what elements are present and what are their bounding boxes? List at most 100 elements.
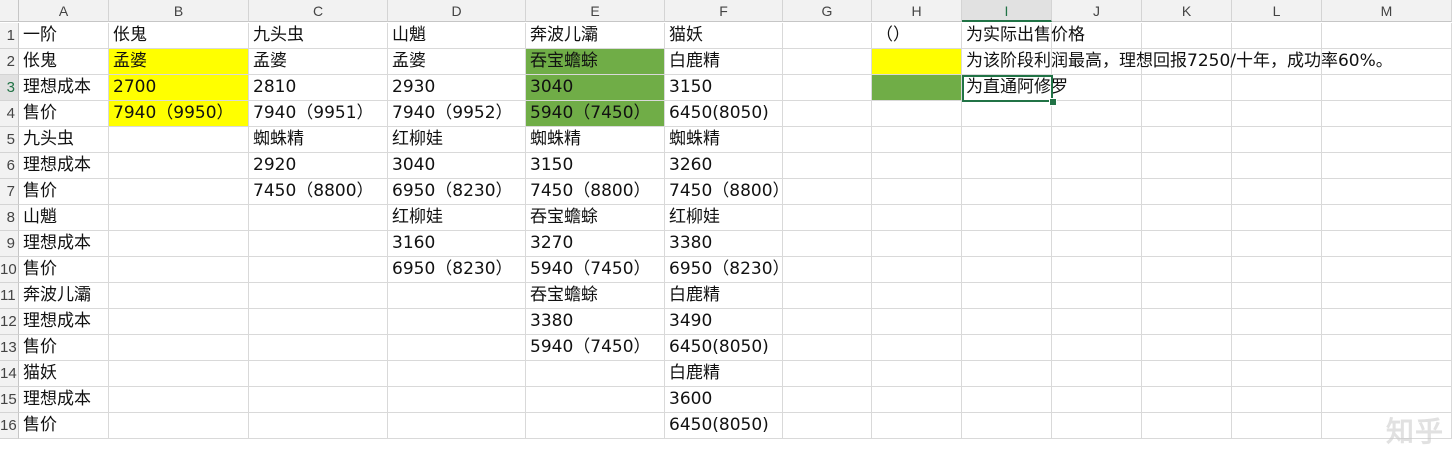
cell-l8[interactable] [1232,205,1322,231]
cell-f6[interactable]: 3260 [665,153,783,179]
cell-g4[interactable] [783,101,872,127]
row-header-15[interactable]: 15 [0,387,19,413]
cell-g15[interactable] [783,387,872,413]
cell-e1[interactable]: 奔波儿灞 [526,23,665,49]
cell-l1[interactable] [1232,23,1322,49]
cell-b7[interactable] [109,179,249,205]
cell-f11[interactable]: 白鹿精 [665,283,783,309]
cell-c4[interactable]: 7940（9951） [249,101,388,127]
cell-a3[interactable]: 理想成本 [19,75,109,101]
cell-i3[interactable]: 为直通阿修罗 [962,75,1068,101]
cell-h16[interactable] [872,413,962,439]
cell-b14[interactable] [109,361,249,387]
cell-l13[interactable] [1232,335,1322,361]
row-header-1[interactable]: 1 [0,23,19,49]
cell-d1[interactable]: 山魈 [388,23,526,49]
cell-d3[interactable]: 2930 [388,75,526,101]
cell-a5[interactable]: 九头虫 [19,127,109,153]
cell-m8[interactable] [1322,205,1452,231]
column-header-f[interactable]: F [665,0,783,22]
cell-k8[interactable] [1142,205,1232,231]
cell-k15[interactable] [1142,387,1232,413]
cell-g11[interactable] [783,283,872,309]
cell-c16[interactable] [249,413,388,439]
cell-a7[interactable]: 售价 [19,179,109,205]
cell-i15[interactable] [962,387,1052,413]
cell-h1[interactable]: （） [872,23,962,49]
cell-k12[interactable] [1142,309,1232,335]
cell-b2[interactable]: 孟婆 [109,49,249,75]
cell-l16[interactable] [1232,413,1322,439]
cell-g6[interactable] [783,153,872,179]
cell-h11[interactable] [872,283,962,309]
cell-h5[interactable] [872,127,962,153]
cell-b12[interactable] [109,309,249,335]
cell-i9[interactable] [962,231,1052,257]
cell-a2[interactable]: 伥鬼 [19,49,109,75]
cell-b9[interactable] [109,231,249,257]
cell-i12[interactable] [962,309,1052,335]
cell-b4[interactable]: 7940（9950） [109,101,249,127]
cell-e7[interactable]: 7450（8800） [526,179,665,205]
cell-k4[interactable] [1142,101,1232,127]
cell-k3[interactable] [1142,75,1232,101]
cell-i16[interactable] [962,413,1052,439]
cell-i6[interactable] [962,153,1052,179]
cell-e12[interactable]: 3380 [526,309,665,335]
cell-m3[interactable] [1322,75,1452,101]
cell-h7[interactable] [872,179,962,205]
cell-b15[interactable] [109,387,249,413]
cell-j6[interactable] [1052,153,1142,179]
cell-b11[interactable] [109,283,249,309]
cell-e6[interactable]: 3150 [526,153,665,179]
cell-d11[interactable] [388,283,526,309]
cell-j9[interactable] [1052,231,1142,257]
cell-a1[interactable]: 一阶 [19,23,109,49]
cell-g9[interactable] [783,231,872,257]
cell-g14[interactable] [783,361,872,387]
cell-i11[interactable] [962,283,1052,309]
cell-f3[interactable]: 3150 [665,75,783,101]
cell-e2[interactable]: 吞宝蟾蜍 [526,49,665,75]
cell-d5[interactable]: 红柳娃 [388,127,526,153]
cell-c6[interactable]: 2920 [249,153,388,179]
cell-c11[interactable] [249,283,388,309]
cell-h10[interactable] [872,257,962,283]
cell-h12[interactable] [872,309,962,335]
cell-k6[interactable] [1142,153,1232,179]
cell-l11[interactable] [1232,283,1322,309]
cell-e10[interactable]: 5940（7450） [526,257,665,283]
cell-l12[interactable] [1232,309,1322,335]
cell-h8[interactable] [872,205,962,231]
cell-d9[interactable]: 3160 [388,231,526,257]
cell-g8[interactable] [783,205,872,231]
cell-c3[interactable]: 2810 [249,75,388,101]
cell-j16[interactable] [1052,413,1142,439]
cell-l6[interactable] [1232,153,1322,179]
cell-d6[interactable]: 3040 [388,153,526,179]
cell-a15[interactable]: 理想成本 [19,387,109,413]
cell-j11[interactable] [1052,283,1142,309]
fill-handle[interactable] [1049,98,1057,106]
cell-k16[interactable] [1142,413,1232,439]
cell-g3[interactable] [783,75,872,101]
cell-f12[interactable]: 3490 [665,309,783,335]
column-header-g[interactable]: G [783,0,872,22]
cell-j12[interactable] [1052,309,1142,335]
cell-k7[interactable] [1142,179,1232,205]
cell-e5[interactable]: 蜘蛛精 [526,127,665,153]
cell-a13[interactable]: 售价 [19,335,109,361]
cell-g12[interactable] [783,309,872,335]
cell-e16[interactable] [526,413,665,439]
cell-j15[interactable] [1052,387,1142,413]
cell-a6[interactable]: 理想成本 [19,153,109,179]
cell-k13[interactable] [1142,335,1232,361]
cell-e4[interactable]: 5940（7450） [526,101,665,127]
cell-i10[interactable] [962,257,1052,283]
cell-j13[interactable] [1052,335,1142,361]
cell-m10[interactable] [1322,257,1452,283]
column-header-a[interactable]: A [19,0,109,22]
row-header-10[interactable]: 10 [0,257,19,283]
cell-e13[interactable]: 5940（7450） [526,335,665,361]
cell-g7[interactable] [783,179,872,205]
